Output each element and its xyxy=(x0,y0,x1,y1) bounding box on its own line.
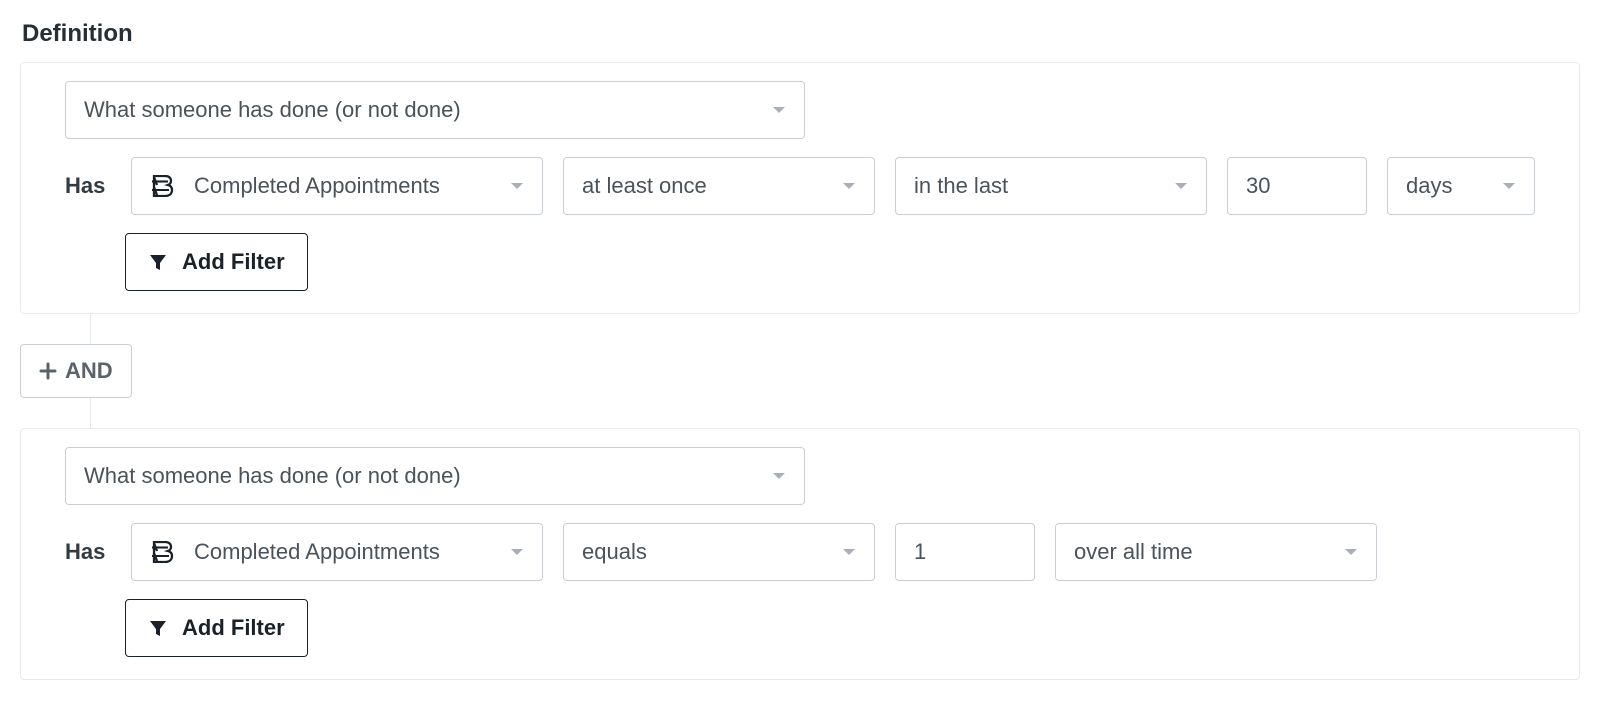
chevron-down-icon xyxy=(1330,547,1358,557)
chevron-down-icon xyxy=(1160,181,1188,191)
add-filter-button[interactable]: Add Filter xyxy=(125,599,308,657)
appointment-b-icon xyxy=(150,541,178,563)
add-filter-button[interactable]: Add Filter xyxy=(125,233,308,291)
frequency-select[interactable]: at least once xyxy=(563,157,875,215)
range-select[interactable]: over all time xyxy=(1055,523,1377,581)
frequency-select[interactable]: equals xyxy=(563,523,875,581)
metric-value: Completed Appointments xyxy=(194,173,440,199)
rule-type-value: What someone has done (or not done) xyxy=(84,463,461,489)
rule-type-value: What someone has done (or not done) xyxy=(84,97,461,123)
chevron-down-icon xyxy=(758,105,786,115)
add-filter-label: Add Filter xyxy=(182,615,285,641)
frequency-value: equals xyxy=(582,539,647,565)
filter-icon xyxy=(148,252,168,272)
appointment-b-icon xyxy=(150,175,178,197)
add-filter-label: Add Filter xyxy=(182,249,285,275)
plus-icon xyxy=(39,362,57,380)
filter-icon xyxy=(148,618,168,638)
has-label: Has xyxy=(65,539,111,565)
rule-card: What someone has done (or not done) Has xyxy=(20,62,1580,314)
chevron-down-icon xyxy=(496,181,524,191)
number-input[interactable] xyxy=(1227,157,1367,215)
metric-select[interactable]: Completed Appointments xyxy=(131,523,543,581)
and-condition-button[interactable]: AND xyxy=(20,344,132,398)
unit-value: days xyxy=(1406,173,1452,199)
number-input[interactable] xyxy=(895,523,1035,581)
metric-select[interactable]: Completed Appointments xyxy=(131,157,543,215)
chevron-down-icon xyxy=(828,547,856,557)
chevron-down-icon xyxy=(758,471,786,481)
chevron-down-icon xyxy=(496,547,524,557)
range-value: over all time xyxy=(1074,539,1193,565)
definition-list: What someone has done (or not done) Has xyxy=(20,62,1580,680)
metric-value: Completed Appointments xyxy=(194,539,440,565)
rule-type-select[interactable]: What someone has done (or not done) xyxy=(65,447,805,505)
chevron-down-icon xyxy=(1488,181,1516,191)
chevron-down-icon xyxy=(828,181,856,191)
and-label: AND xyxy=(65,358,113,384)
rule-type-select[interactable]: What someone has done (or not done) xyxy=(65,81,805,139)
frequency-value: at least once xyxy=(582,173,707,199)
range-value: in the last xyxy=(914,173,1008,199)
has-label: Has xyxy=(65,173,111,199)
unit-select[interactable]: days xyxy=(1387,157,1535,215)
range-select[interactable]: in the last xyxy=(895,157,1207,215)
section-title: Definition xyxy=(22,20,1580,48)
rule-card: What someone has done (or not done) Has xyxy=(20,428,1580,680)
